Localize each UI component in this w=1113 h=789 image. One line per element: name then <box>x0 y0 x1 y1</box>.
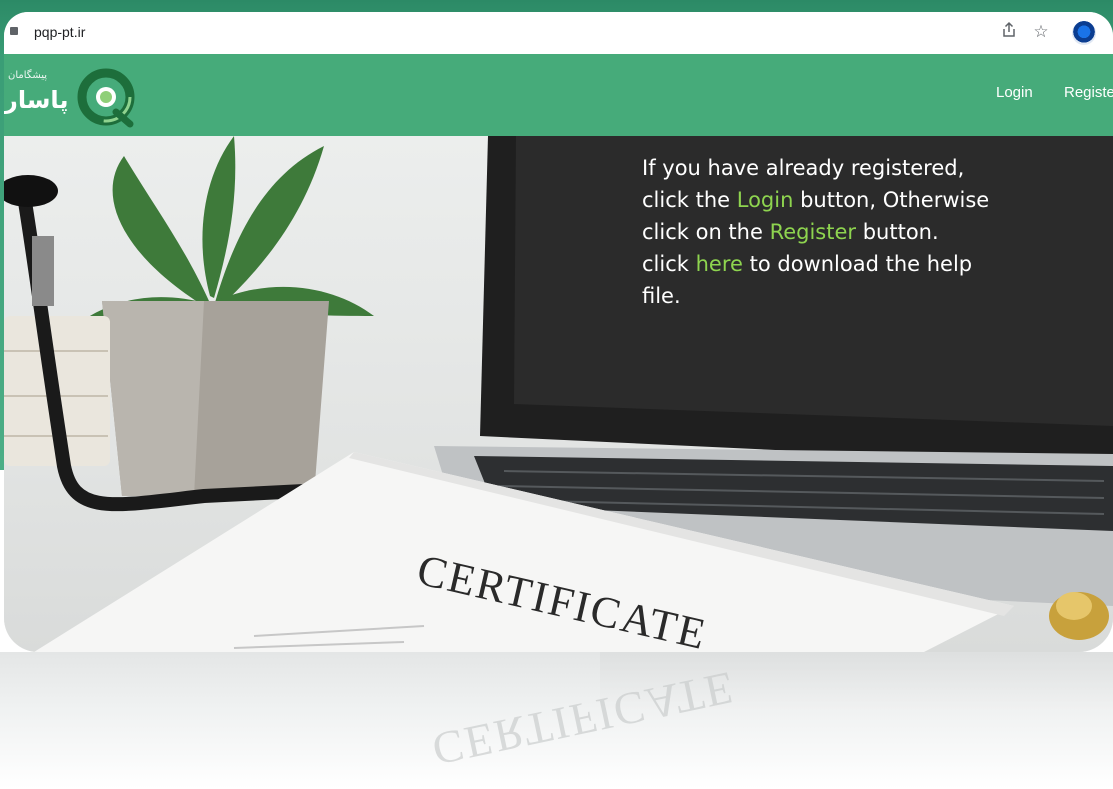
register-link[interactable]: Registe <box>1064 84 1113 101</box>
hero-line-2-post: button, Otherwise <box>793 188 990 212</box>
logo-title: پاسار <box>4 86 69 114</box>
profile-avatar[interactable] <box>1072 21 1096 45</box>
lock-icon[interactable] <box>10 27 18 35</box>
hero-line-4: click here to download the help <box>642 248 1062 280</box>
hero-line-4-pre: click <box>642 252 696 276</box>
address-bar[interactable]: pqp-pt.ir ☆ <box>4 12 1113 55</box>
share-icon[interactable] <box>998 21 1020 43</box>
hero-line-5: file. <box>642 284 681 308</box>
hero-line-4-post: to download the help <box>742 252 973 276</box>
hero-line-1: If you have already registered, <box>642 156 965 180</box>
hero-line-3-pre: click on the <box>642 220 770 244</box>
reflection-certificate-text: CERTIFICATE <box>428 661 740 776</box>
register-inline-link[interactable]: Register <box>770 220 856 244</box>
hero-banner: CERTIFICATE If you have already register… <box>4 136 1113 652</box>
hero-line-2: click the Login button, Otherwise <box>642 184 1062 216</box>
login-inline-link[interactable]: Login <box>737 188 794 212</box>
help-file-link[interactable]: here <box>696 252 743 276</box>
url-text[interactable]: pqp-pt.ir <box>34 24 85 40</box>
screen-reflection: CERTIFICATE <box>0 652 1113 789</box>
site-header: پیشگامان پاسار Login Registe <box>4 54 1113 136</box>
logo-icon[interactable] <box>76 66 138 128</box>
hero-instructions: If you have already registered, click th… <box>642 152 1062 312</box>
browser-window: pqp-pt.ir ☆ پیشگامان پاسار Login Registe <box>4 12 1113 652</box>
hero-line-3-post: button. <box>856 220 939 244</box>
logo-text[interactable]: پیشگامان پاسار <box>4 64 70 124</box>
hero-line-2-pre: click the <box>642 188 737 212</box>
logo-subtitle: پیشگامان <box>8 70 48 81</box>
hero-line-3: click on the Register button. <box>642 216 1062 248</box>
bookmark-star-icon[interactable]: ☆ <box>1030 21 1052 43</box>
login-link[interactable]: Login <box>996 84 1033 101</box>
